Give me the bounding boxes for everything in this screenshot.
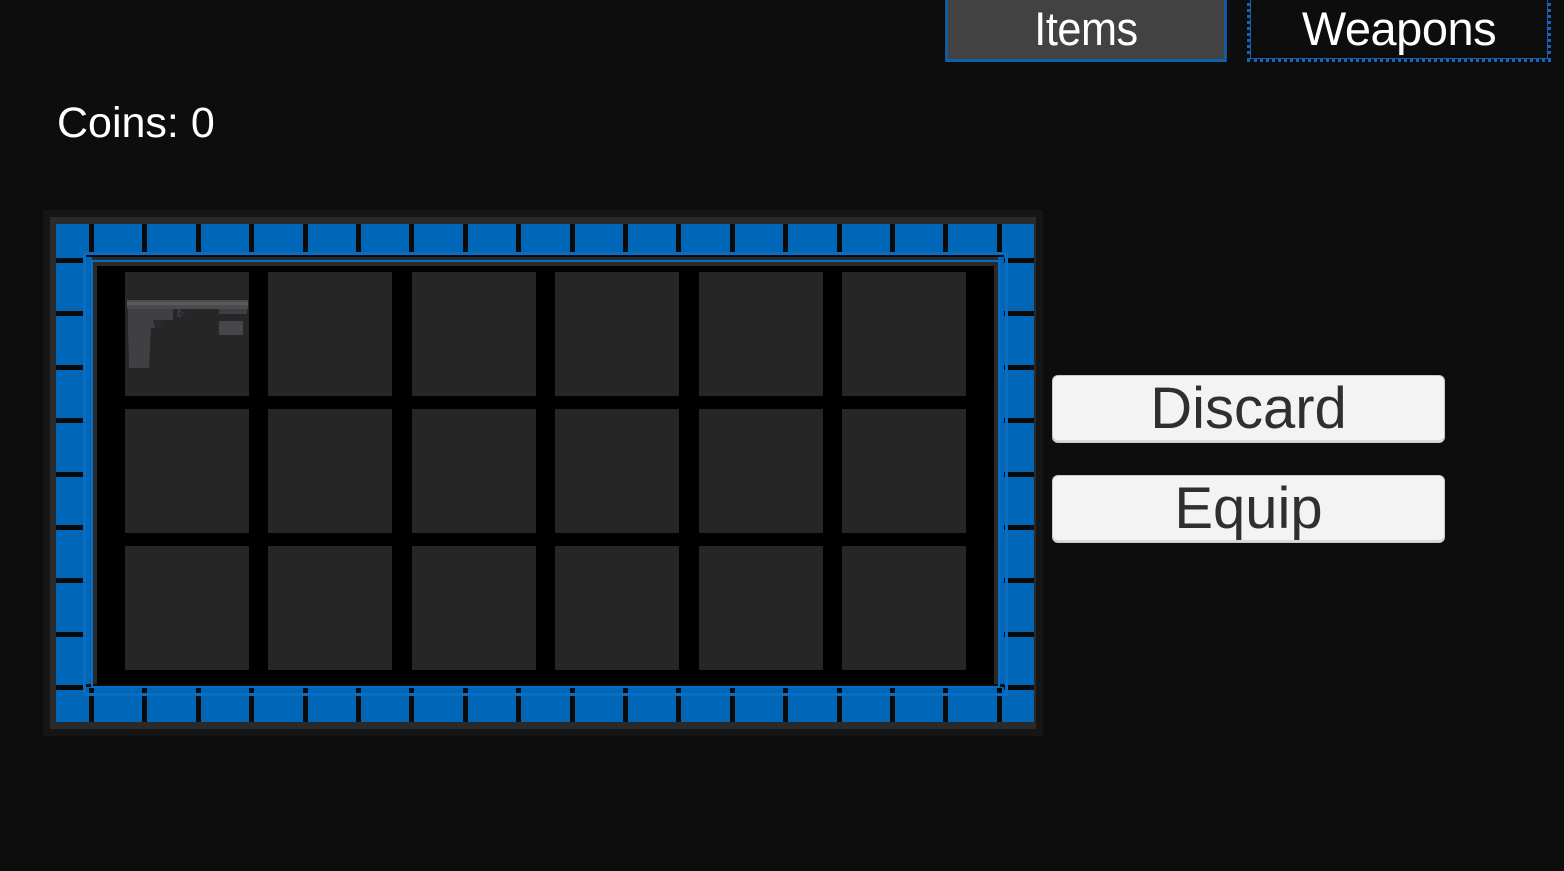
coins-counter: Coins: 0 <box>57 99 215 147</box>
border-tick <box>56 418 86 423</box>
border-tick <box>730 224 735 254</box>
inventory-slot[interactable] <box>699 409 823 533</box>
border-tick <box>570 224 575 254</box>
inventory-slot[interactable] <box>412 546 536 670</box>
border-tick <box>997 224 1002 254</box>
inventory-slot[interactable] <box>699 546 823 670</box>
border-tick <box>56 365 86 370</box>
border-tick <box>1004 578 1034 583</box>
border-tick <box>56 472 86 477</box>
inventory-slot[interactable] <box>125 546 249 670</box>
border-tick <box>1004 365 1034 370</box>
inventory-slot[interactable] <box>842 409 966 533</box>
tab-items-label: Items <box>1034 2 1138 55</box>
discard-button[interactable]: Discard <box>1052 375 1445 443</box>
border-tick <box>783 224 788 254</box>
border-tick <box>943 224 948 254</box>
border-tick <box>1004 472 1034 477</box>
inventory-slot[interactable] <box>842 272 966 396</box>
border-tick <box>1004 258 1034 263</box>
border-tick <box>56 258 86 263</box>
inventory-slot[interactable] <box>412 272 536 396</box>
border-tick <box>623 224 628 254</box>
inventory-slot[interactable] <box>555 272 679 396</box>
inventory-slot[interactable] <box>268 409 392 533</box>
inventory-slot[interactable] <box>125 272 249 396</box>
pistol-icon <box>127 300 248 368</box>
border-tick <box>142 224 147 254</box>
inventory-screen: Items Weapons Coins: 0 Discard Equip <box>0 0 1564 871</box>
border-tick <box>890 224 895 254</box>
border-tick <box>56 525 86 530</box>
inventory-slot[interactable] <box>412 409 536 533</box>
border-tick <box>1004 311 1034 316</box>
border-tick <box>56 632 86 637</box>
inventory-slot[interactable] <box>555 546 679 670</box>
border-tick <box>1004 632 1034 637</box>
inventory-slot[interactable] <box>125 409 249 533</box>
border-tick <box>463 224 468 254</box>
tab-items[interactable]: Items <box>945 0 1227 62</box>
border-tick <box>1004 418 1034 423</box>
tab-weapons-label: Weapons <box>1301 2 1497 55</box>
border-tick <box>56 311 86 316</box>
inventory-slot[interactable] <box>699 272 823 396</box>
border-tick <box>89 224 94 254</box>
border-tick <box>56 685 86 690</box>
inventory-slot[interactable] <box>268 272 392 396</box>
border-tick <box>196 224 201 254</box>
inventory-slot[interactable] <box>842 546 966 670</box>
border-tick <box>516 224 521 254</box>
border-tick <box>56 578 86 583</box>
tab-weapons[interactable]: Weapons <box>1247 0 1551 62</box>
border-tick <box>356 224 361 254</box>
border-tick <box>837 224 842 254</box>
border-tick <box>409 224 414 254</box>
equip-button[interactable]: Equip <box>1052 475 1445 543</box>
border-tick <box>676 224 681 254</box>
border-tick <box>249 224 254 254</box>
border-tick <box>303 224 308 254</box>
inventory-slot[interactable] <box>268 546 392 670</box>
border-tick <box>1004 525 1034 530</box>
border-tick <box>1004 685 1034 690</box>
inventory-slot[interactable] <box>555 409 679 533</box>
